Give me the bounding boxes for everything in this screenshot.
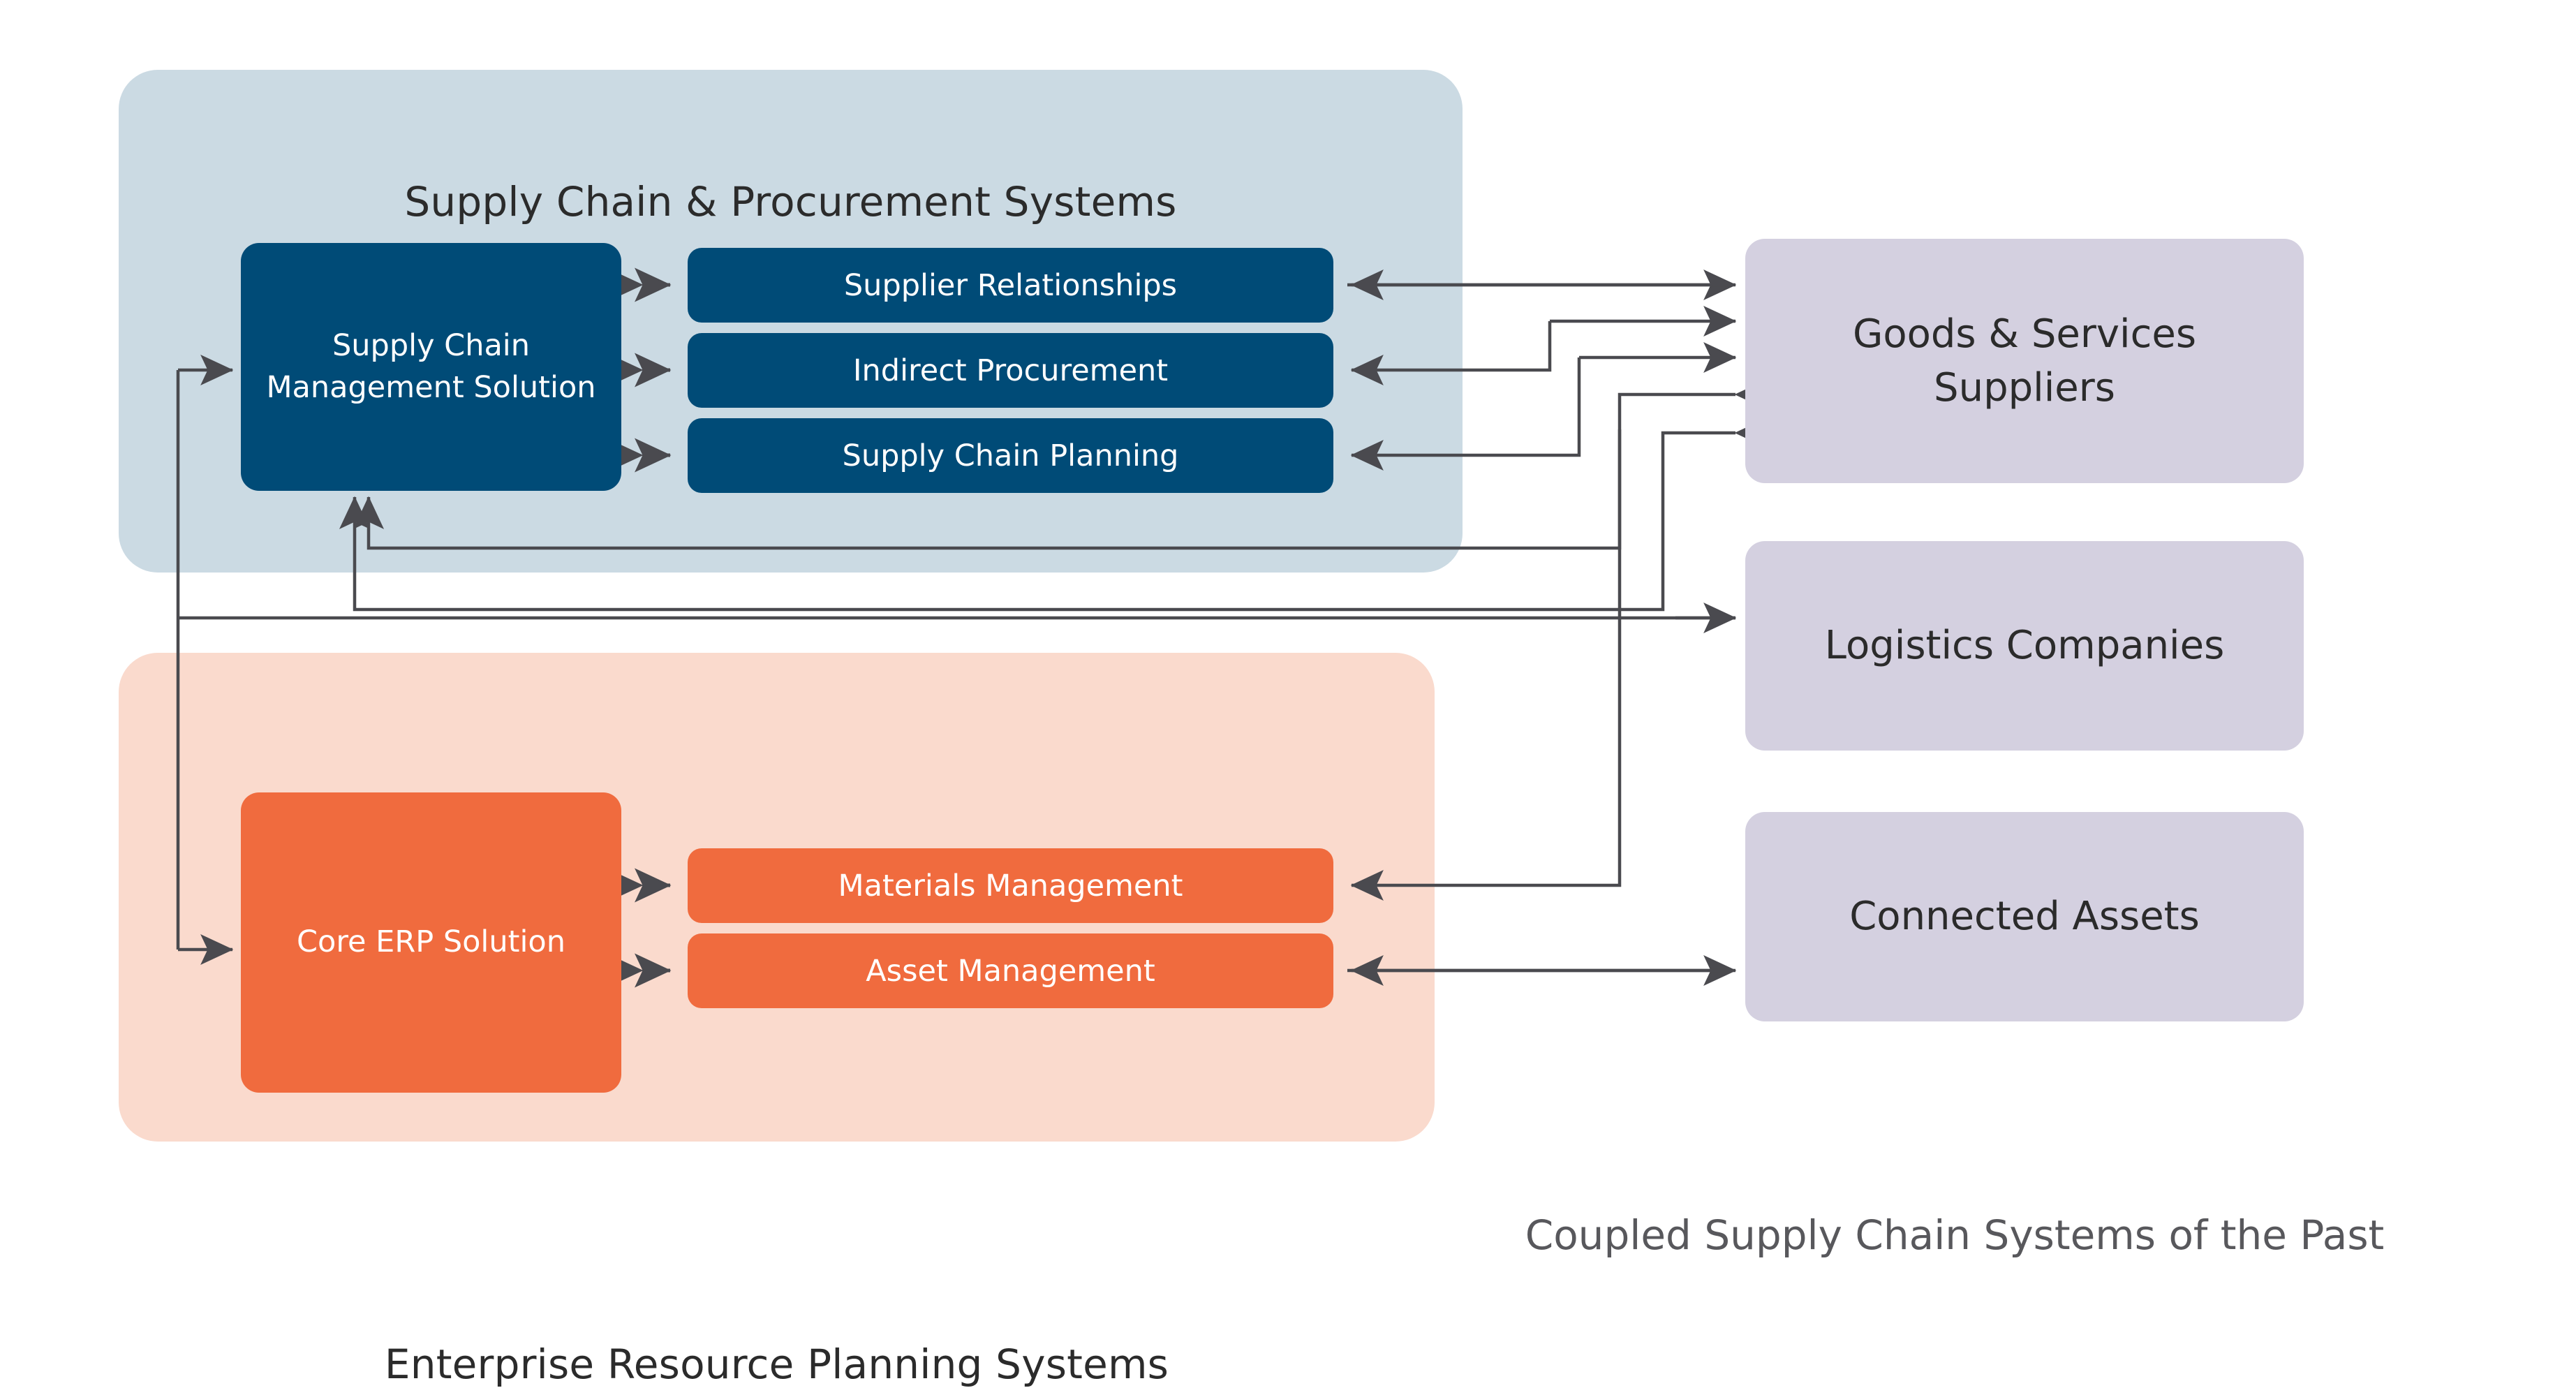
box-core-erp-solution[interactable]: Core ERP Solution <box>241 792 621 1093</box>
panel-title-supply-chain-procurement: Supply Chain & Procurement Systems <box>404 178 1177 226</box>
pill-asset-management[interactable]: Asset Management <box>688 933 1333 1008</box>
box-supply-chain-management-solution[interactable]: Supply Chain Management Solution <box>241 243 621 491</box>
entity-logistics-companies[interactable]: Logistics Companies <box>1745 541 2304 751</box>
box-label-core-erp-solution: Core ERP Solution <box>296 924 565 960</box>
entity-label-connected-assets: Connected Assets <box>1849 894 2200 940</box>
pill-materials-management[interactable]: Materials Management <box>688 848 1333 923</box>
diagram-caption: Coupled Supply Chain Systems of the Past <box>1525 1211 2385 1259</box>
box-label-supply-chain-management-solution: Supply Chain Management Solution <box>266 328 596 405</box>
pill-indirect-procurement[interactable]: Indirect Procurement <box>688 333 1333 408</box>
pill-label-supply-chain-planning: Supply Chain Planning <box>842 438 1179 473</box>
pill-label-supplier-relationships: Supplier Relationships <box>843 267 1178 303</box>
pill-supply-chain-planning[interactable]: Supply Chain Planning <box>688 418 1333 493</box>
entity-label-goods-and-services-suppliers: Goods & Services Suppliers <box>1852 311 2197 411</box>
pill-label-indirect-procurement: Indirect Procurement <box>852 353 1169 388</box>
entity-label-logistics-companies: Logistics Companies <box>1824 623 2225 669</box>
entity-connected-assets[interactable]: Connected Assets <box>1745 812 2304 1021</box>
pill-label-asset-management: Asset Management <box>866 953 1155 989</box>
diagram-canvas: Supply Chain & Procurement Systems Enter… <box>0 0 2576 1388</box>
entity-goods-and-services-suppliers[interactable]: Goods & Services Suppliers <box>1745 239 2304 483</box>
pill-supplier-relationships[interactable]: Supplier Relationships <box>688 248 1333 323</box>
pill-label-materials-management: Materials Management <box>838 868 1183 903</box>
panel-title-enterprise-resource-planning: Enterprise Resource Planning Systems <box>384 1341 1169 1388</box>
